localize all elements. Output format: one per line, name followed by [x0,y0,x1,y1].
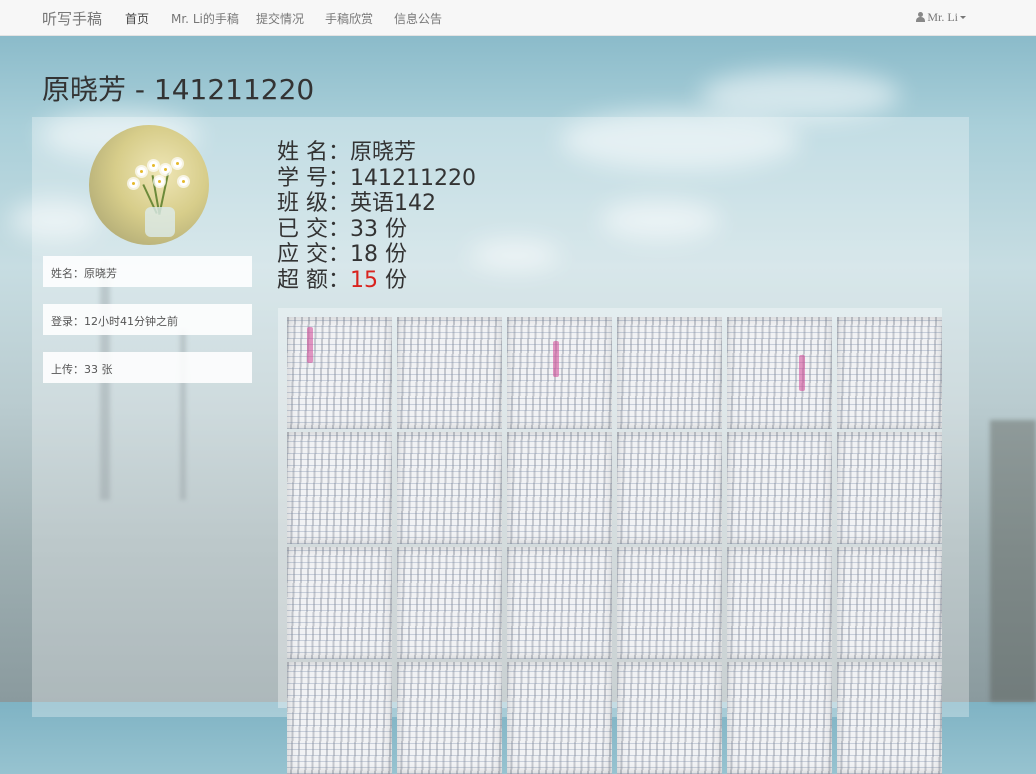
detail-value: 原晓芳 [350,140,417,165]
detail-class-row: 班 级：英语142 [277,191,476,217]
detail-value: 33 份 [350,216,407,242]
nav-manuscript-gallery[interactable]: 手稿欣赏 [325,10,373,27]
detail-unit: 份 [378,267,407,293]
detail-extra-row: 超 额：15 份 [277,268,476,294]
detail-label: 姓 名： [277,140,350,165]
info-last-login: 登录：12小时41分钟之前 [43,304,252,335]
detail-label: 班 级： [277,191,350,216]
manuscript-thumbnail[interactable] [617,547,722,659]
detail-value: 英语142 [350,191,436,216]
info-name: 姓名：原晓芳 [43,256,252,287]
manuscript-thumbnail[interactable] [727,317,832,429]
manuscript-thumbnail[interactable] [287,317,392,429]
nav-home[interactable]: 首页 [125,10,149,27]
manuscript-thumbnail[interactable] [617,662,722,774]
nav-my-manuscripts[interactable]: Mr. Li的手稿 [171,10,239,27]
detail-submitted-row: 已 交：33 份 [277,217,476,243]
user-icon [916,12,926,22]
manuscript-gallery [278,308,942,774]
detail-name-row: 姓 名：原晓芳 [277,140,476,166]
user-menu[interactable]: Mr. Li [916,10,966,25]
manuscript-thumbnail[interactable] [507,662,612,774]
manuscript-thumbnail[interactable] [507,432,612,544]
manuscript-thumbnail[interactable] [837,662,942,774]
manuscript-thumbnail[interactable] [287,662,392,774]
manuscript-thumbnail[interactable] [617,317,722,429]
nav-submission-status[interactable]: 提交情况 [256,10,304,27]
user-name: Mr. Li [927,10,958,24]
detail-label: 已 交： [277,216,350,242]
detail-id-row: 学 号：141211220 [277,166,476,192]
manuscript-thumbnail[interactable] [397,547,502,659]
manuscript-thumbnail[interactable] [727,547,832,659]
manuscript-thumbnail[interactable] [287,432,392,544]
manuscript-thumbnail[interactable] [727,662,832,774]
detail-extra-count: 15 [350,267,378,293]
manuscript-thumbnail[interactable] [837,547,942,659]
manuscript-thumbnail[interactable] [507,547,612,659]
detail-required-row: 应 交：18 份 [277,242,476,268]
detail-label: 应 交： [277,242,350,267]
detail-label: 超 额： [277,267,350,293]
avatar [89,125,209,245]
manuscript-thumbnail[interactable] [287,547,392,659]
top-navbar: 听写手稿 首页 Mr. Li的手稿 提交情况 手稿欣赏 信息公告 Mr. Li [0,0,1036,36]
detail-value: 141211220 [350,165,476,191]
manuscript-thumbnail[interactable] [837,432,942,544]
info-uploads: 上传：33 张 [43,352,252,383]
detail-value: 18 份 [350,242,407,267]
student-details: 姓 名：原晓芳 学 号：141211220 班 级：英语142 已 交：33 份… [277,140,476,293]
page-title: 原晓芳 - 141211220 [42,73,315,106]
manuscript-thumbnail[interactable] [727,432,832,544]
manuscript-thumbnail[interactable] [397,432,502,544]
brand-logo[interactable]: 听写手稿 [42,8,102,29]
nav-announcements[interactable]: 信息公告 [394,10,442,27]
manuscript-thumbnail[interactable] [617,432,722,544]
manuscript-thumbnail[interactable] [397,662,502,774]
manuscript-thumbnail[interactable] [507,317,612,429]
manuscript-thumbnail[interactable] [837,317,942,429]
caret-down-icon [960,16,966,19]
detail-label: 学 号： [277,165,350,191]
manuscript-thumbnail[interactable] [397,317,502,429]
